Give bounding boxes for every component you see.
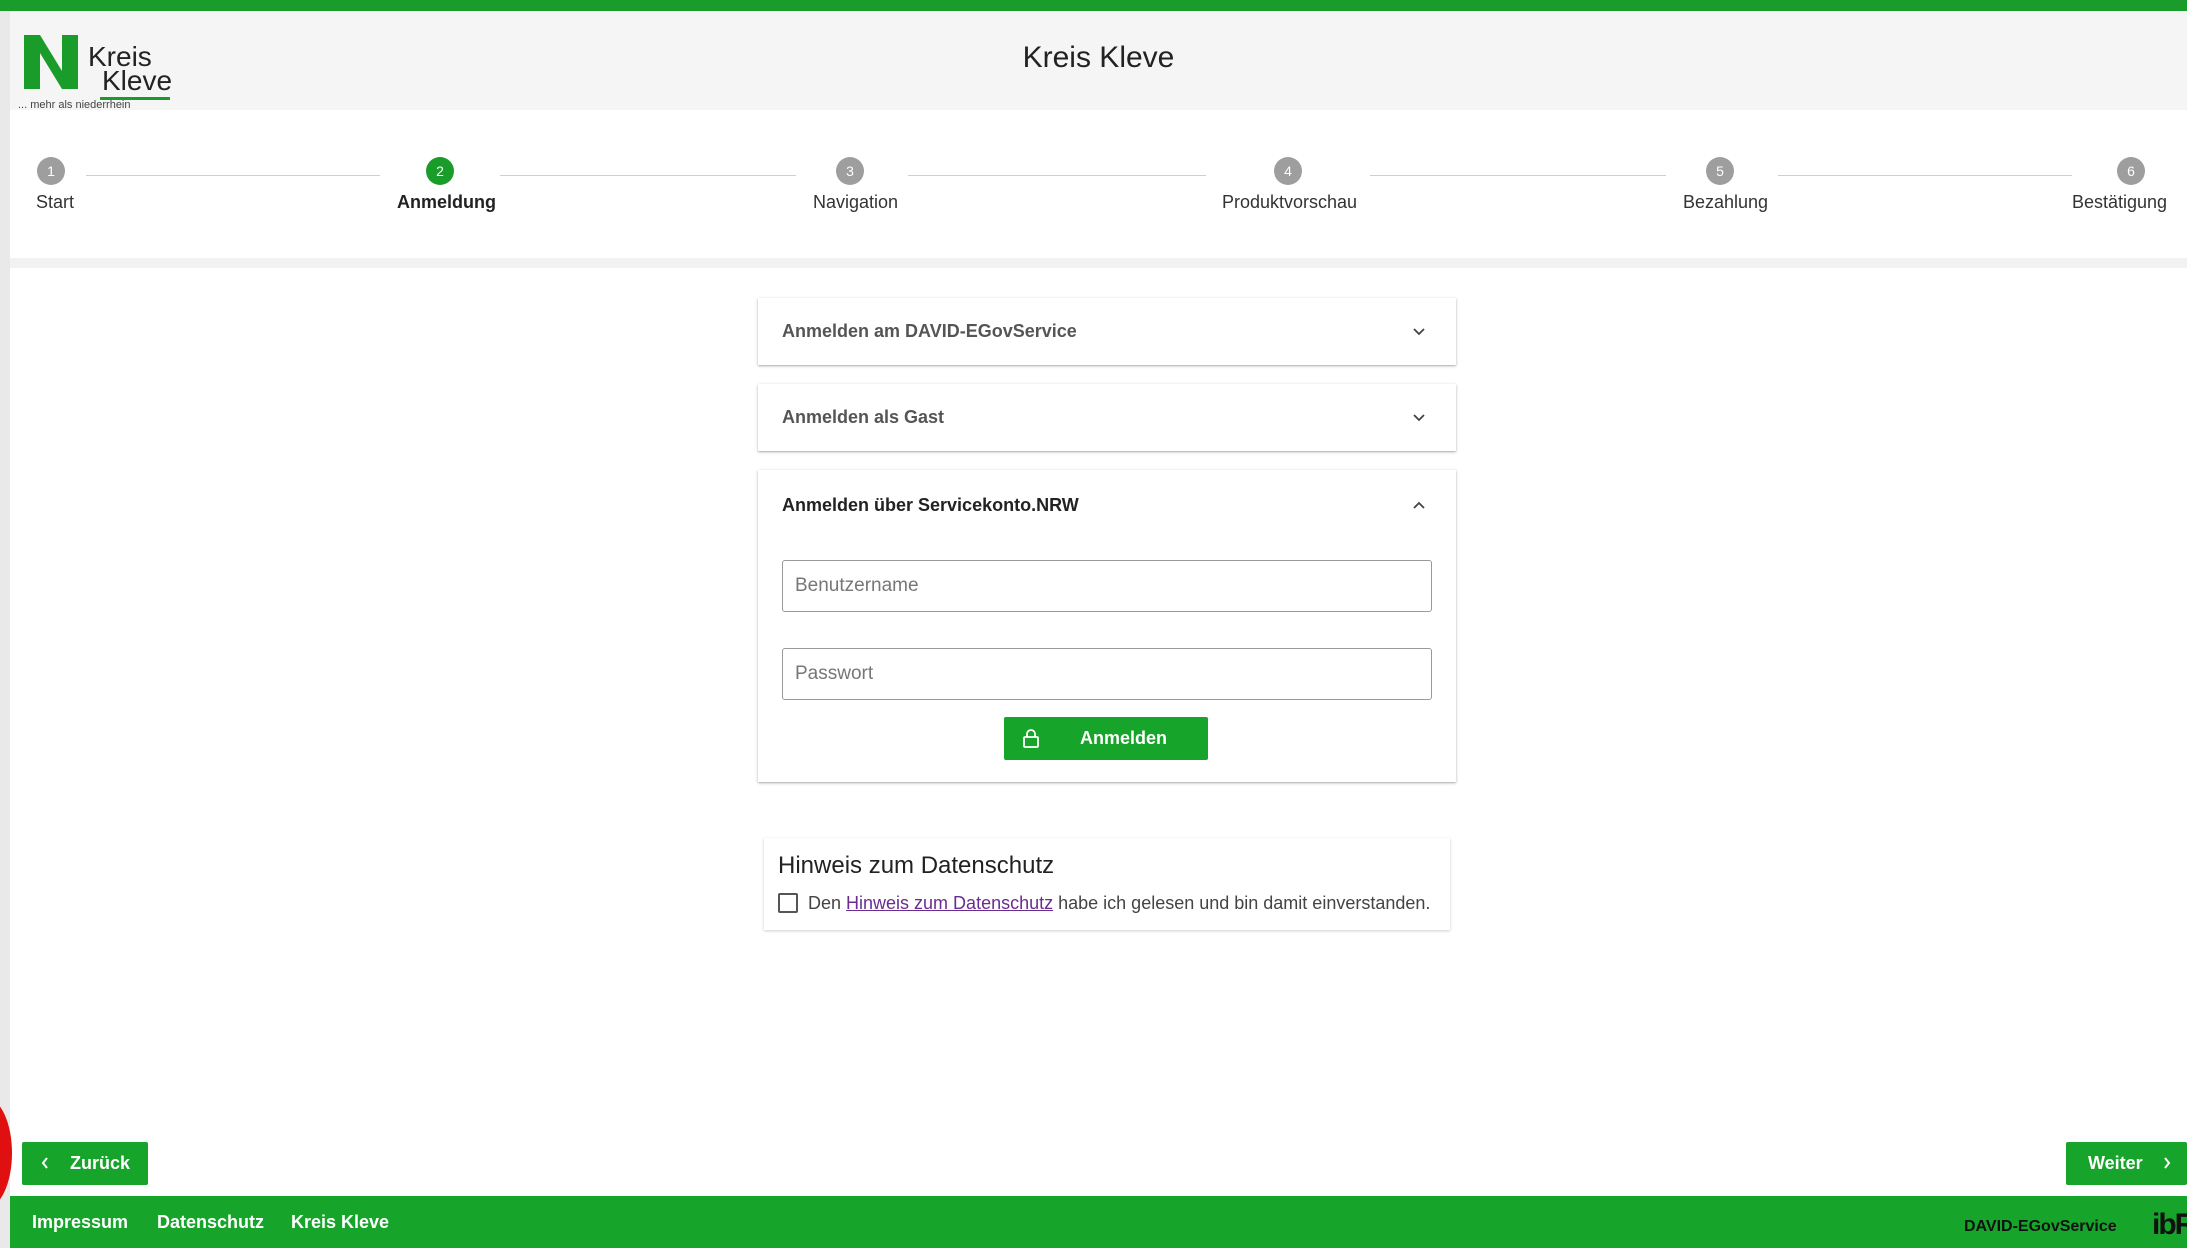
login-button-label: Anmelden (1080, 728, 1168, 748)
step-connector (1370, 175, 1666, 176)
header: Kreis Kleve ... mehr als niederrhein Kre… (10, 11, 2187, 111)
footer: Impressum Datenschutz Kreis Kleve DAVID-… (10, 1196, 2187, 1248)
privacy-consent-text: Den Hinweis zum Datenschutz habe ich gel… (808, 893, 1430, 914)
left-edge (0, 11, 10, 1248)
username-input[interactable] (782, 560, 1432, 612)
privacy-notice: Hinweis zum Datenschutz Den Hinweis zum … (764, 838, 1450, 930)
step-connector (1778, 175, 2072, 176)
panel-nrw-title[interactable]: Anmelden über Servicekonto.NRW (782, 495, 1079, 516)
step-4-indicator[interactable]: 4 (1274, 157, 1302, 185)
lock-icon (1023, 729, 1039, 748)
privacy-text-before: Den (808, 893, 847, 913)
step-4-label[interactable]: Produktvorschau (1222, 192, 1357, 213)
step-2-label[interactable]: Anmeldung (397, 192, 496, 213)
chevron-down-icon[interactable] (1412, 411, 1426, 425)
step-connector (500, 175, 796, 176)
progress-stepper (10, 110, 2187, 260)
panel-servicekonto-nrw: Anmelden über Servicekonto.NRW Anmelden (758, 470, 1456, 782)
chevron-up-icon[interactable] (1412, 498, 1426, 512)
panel-david-egovservice[interactable]: Anmelden am DAVID-EGovService (758, 298, 1456, 365)
step-connector (86, 175, 380, 176)
step-1-indicator[interactable]: 1 (37, 157, 65, 185)
step-1-label[interactable]: Start (36, 192, 74, 213)
panel-guest-title: Anmelden als Gast (782, 407, 945, 427)
footer-brand: DAVID-EGovService (1964, 1218, 2117, 1235)
login-button[interactable]: Anmelden (1004, 717, 1208, 760)
footer-link-kreis-kleve[interactable]: Kreis Kleve (291, 1212, 389, 1233)
page-title: Kreis Kleve (1022, 41, 1175, 74)
step-2-indicator[interactable]: 2 (426, 157, 454, 185)
privacy-text-after: habe ich gelesen und bin damit einversta… (1053, 893, 1431, 913)
step-6-label[interactable]: Bestätigung (2072, 192, 2167, 213)
back-button-label: Zurück (70, 1153, 131, 1173)
ibr-logo: ibR (2152, 1208, 2187, 1241)
panel-guest[interactable]: Anmelden als Gast (758, 384, 1456, 451)
step-6-indicator[interactable]: 6 (2117, 157, 2145, 185)
step-3-indicator[interactable]: 3 (836, 157, 864, 185)
privacy-checkbox[interactable] (778, 893, 798, 913)
step-3-label[interactable]: Navigation (813, 192, 898, 213)
step-connector (908, 175, 1206, 176)
footer-link-datenschutz[interactable]: Datenschutz (157, 1212, 264, 1233)
next-button-label: Weiter (2088, 1153, 2143, 1173)
next-button[interactable]: Weiter (2066, 1142, 2187, 1185)
step-5-label[interactable]: Bezahlung (1683, 192, 1768, 213)
privacy-link[interactable]: Hinweis zum Datenschutz (846, 893, 1053, 913)
stepper-divider (10, 258, 2187, 268)
privacy-title: Hinweis zum Datenschutz (778, 852, 1055, 879)
chevron-down-icon[interactable] (1412, 325, 1426, 339)
step-5-indicator[interactable]: 5 (1706, 157, 1734, 185)
panel-david-title: Anmelden am DAVID-EGovService (782, 321, 1077, 341)
password-input[interactable] (782, 648, 1432, 700)
chevron-right-icon (2164, 1157, 2171, 1169)
footer-link-impressum[interactable]: Impressum (32, 1212, 128, 1233)
back-button[interactable]: Zurück (22, 1142, 148, 1185)
top-accent-bar (0, 0, 2187, 11)
chevron-left-icon (41, 1157, 48, 1169)
